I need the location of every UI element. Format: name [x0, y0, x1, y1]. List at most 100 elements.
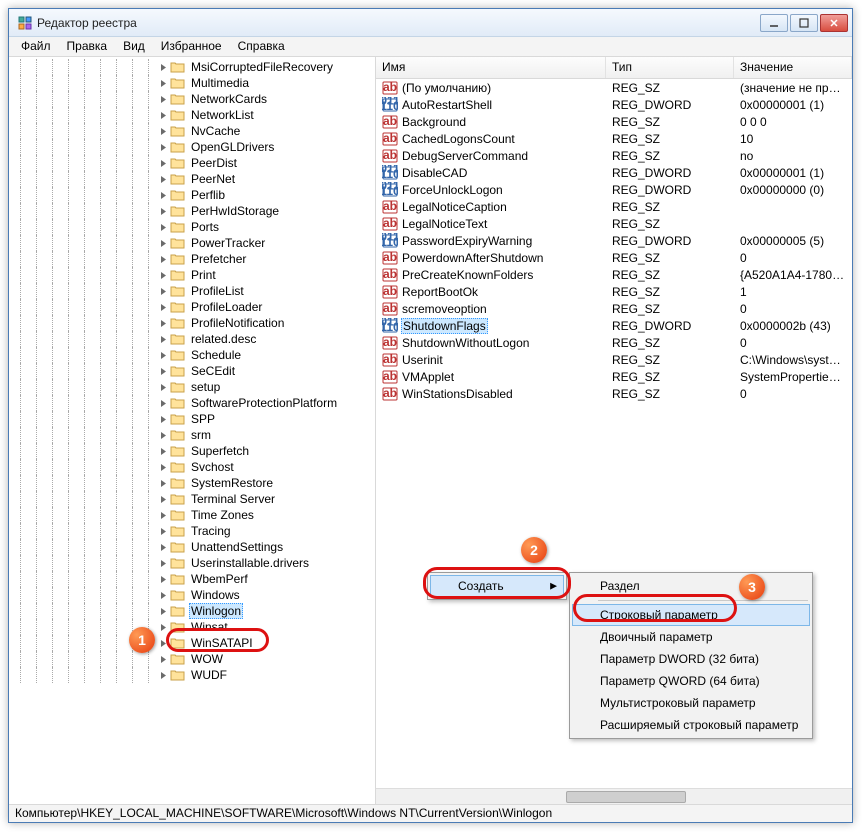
expander-icon[interactable]: [157, 221, 169, 233]
value-row[interactable]: abUserinitREG_SZC:\Windows\system32\u: [376, 351, 852, 368]
ctx-new-string[interactable]: Строковый параметр: [572, 604, 810, 626]
expander-icon[interactable]: [157, 429, 169, 441]
tree-item[interactable]: WinSATAPI: [13, 635, 375, 651]
tree-item[interactable]: SoftwareProtectionPlatform: [13, 395, 375, 411]
tree-item[interactable]: ProfileNotification: [13, 315, 375, 331]
expander-icon[interactable]: [157, 269, 169, 281]
menu-favorites[interactable]: Избранное: [153, 37, 230, 56]
tree-item[interactable]: Prefetcher: [13, 251, 375, 267]
tree-item[interactable]: SeCEdit: [13, 363, 375, 379]
expander-icon[interactable]: [157, 525, 169, 537]
expander-icon[interactable]: [157, 125, 169, 137]
value-row[interactable]: 011110DisableCADREG_DWORD0x00000001 (1): [376, 164, 852, 181]
expander-icon[interactable]: [157, 413, 169, 425]
tree-item[interactable]: Perflib: [13, 187, 375, 203]
expander-icon[interactable]: [157, 141, 169, 153]
tree-item[interactable]: Winlogon: [13, 603, 375, 619]
expander-icon[interactable]: [157, 381, 169, 393]
menu-file[interactable]: Файл: [13, 37, 59, 56]
value-row[interactable]: abVMAppletREG_SZSystemPropertiesPerfor: [376, 368, 852, 385]
value-row[interactable]: abLegalNoticeCaptionREG_SZ: [376, 198, 852, 215]
expander-icon[interactable]: [157, 589, 169, 601]
value-row[interactable]: abDebugServerCommandREG_SZno: [376, 147, 852, 164]
expander-icon[interactable]: [157, 301, 169, 313]
expander-icon[interactable]: [157, 189, 169, 201]
expander-icon[interactable]: [157, 541, 169, 553]
tree-item[interactable]: Winsat: [13, 619, 375, 635]
tree-item[interactable]: NetworkList: [13, 107, 375, 123]
tree-item[interactable]: ProfileLoader: [13, 299, 375, 315]
expander-icon[interactable]: [157, 653, 169, 665]
ctx-create[interactable]: Создать ▶: [430, 575, 564, 597]
expander-icon[interactable]: [157, 173, 169, 185]
tree-item[interactable]: SystemRestore: [13, 475, 375, 491]
tree-item[interactable]: ProfileList: [13, 283, 375, 299]
ctx-new-key[interactable]: Раздел: [572, 575, 810, 597]
expander-icon[interactable]: [157, 253, 169, 265]
tree-item[interactable]: WbemPerf: [13, 571, 375, 587]
tree-item[interactable]: PeerNet: [13, 171, 375, 187]
value-row[interactable]: 011110AutoRestartShellREG_DWORD0x0000000…: [376, 96, 852, 113]
tree-item[interactable]: Tracing: [13, 523, 375, 539]
tree-item[interactable]: OpenGLDrivers: [13, 139, 375, 155]
registry-tree[interactable]: MsiCorruptedFileRecoveryMultimediaNetwor…: [9, 57, 375, 804]
expander-icon[interactable]: [157, 349, 169, 361]
expander-icon[interactable]: [157, 621, 169, 633]
ctx-new-expandstr[interactable]: Расширяемый строковый параметр: [572, 714, 810, 736]
ctx-new-multistr[interactable]: Мультистроковый параметр: [572, 692, 810, 714]
col-header-type[interactable]: Тип: [606, 57, 734, 78]
tree-item[interactable]: SPP: [13, 411, 375, 427]
ctx-new-dword[interactable]: Параметр DWORD (32 бита): [572, 648, 810, 670]
menu-view[interactable]: Вид: [115, 37, 153, 56]
expander-icon[interactable]: [157, 557, 169, 569]
tree-item[interactable]: Windows: [13, 587, 375, 603]
expander-icon[interactable]: [157, 669, 169, 681]
expander-icon[interactable]: [157, 365, 169, 377]
tree-item[interactable]: PerHwIdStorage: [13, 203, 375, 219]
expander-icon[interactable]: [157, 461, 169, 473]
expander-icon[interactable]: [157, 573, 169, 585]
ctx-new-binary[interactable]: Двоичный параметр: [572, 626, 810, 648]
value-row[interactable]: abPowerdownAfterShutdownREG_SZ0: [376, 249, 852, 266]
value-row[interactable]: abWinStationsDisabledREG_SZ0: [376, 385, 852, 402]
expander-icon[interactable]: [157, 61, 169, 73]
close-button[interactable]: [820, 14, 848, 32]
tree-item[interactable]: setup: [13, 379, 375, 395]
tree-item[interactable]: Terminal Server: [13, 491, 375, 507]
expander-icon[interactable]: [157, 397, 169, 409]
expander-icon[interactable]: [157, 509, 169, 521]
value-row[interactable]: 011110ForceUnlockLogonREG_DWORD0x0000000…: [376, 181, 852, 198]
value-row[interactable]: abscremoveoptionREG_SZ0: [376, 300, 852, 317]
expander-icon[interactable]: [157, 109, 169, 121]
tree-item[interactable]: UnattendSettings: [13, 539, 375, 555]
tree-item[interactable]: Multimedia: [13, 75, 375, 91]
expander-icon[interactable]: [157, 285, 169, 297]
value-row[interactable]: abReportBootOkREG_SZ1: [376, 283, 852, 300]
expander-icon[interactable]: [157, 157, 169, 169]
value-row[interactable]: 011110ShutdownFlagsREG_DWORD0x0000002b (…: [376, 317, 852, 334]
expander-icon[interactable]: [157, 317, 169, 329]
minimize-button[interactable]: [760, 14, 788, 32]
expander-icon[interactable]: [157, 77, 169, 89]
tree-item[interactable]: Print: [13, 267, 375, 283]
expander-icon[interactable]: [157, 237, 169, 249]
tree-item[interactable]: Superfetch: [13, 443, 375, 459]
tree-item[interactable]: related.desc: [13, 331, 375, 347]
tree-item[interactable]: Time Zones: [13, 507, 375, 523]
menu-help[interactable]: Справка: [230, 37, 293, 56]
tree-item[interactable]: Svchost: [13, 459, 375, 475]
tree-item[interactable]: Ports: [13, 219, 375, 235]
expander-icon[interactable]: [157, 445, 169, 457]
tree-item[interactable]: Userinstallable.drivers: [13, 555, 375, 571]
tree-item[interactable]: WOW: [13, 651, 375, 667]
tree-item[interactable]: PeerDist: [13, 155, 375, 171]
tree-item[interactable]: WUDF: [13, 667, 375, 683]
horizontal-scrollbar[interactable]: [376, 788, 852, 804]
tree-item[interactable]: NvCache: [13, 123, 375, 139]
value-row[interactable]: abPreCreateKnownFoldersREG_SZ{A520A1A4-1…: [376, 266, 852, 283]
value-row[interactable]: ab(По умолчанию)REG_SZ(значение не присв…: [376, 79, 852, 96]
maximize-button[interactable]: [790, 14, 818, 32]
expander-icon[interactable]: [157, 477, 169, 489]
value-row[interactable]: abShutdownWithoutLogonREG_SZ0: [376, 334, 852, 351]
tree-item[interactable]: PowerTracker: [13, 235, 375, 251]
